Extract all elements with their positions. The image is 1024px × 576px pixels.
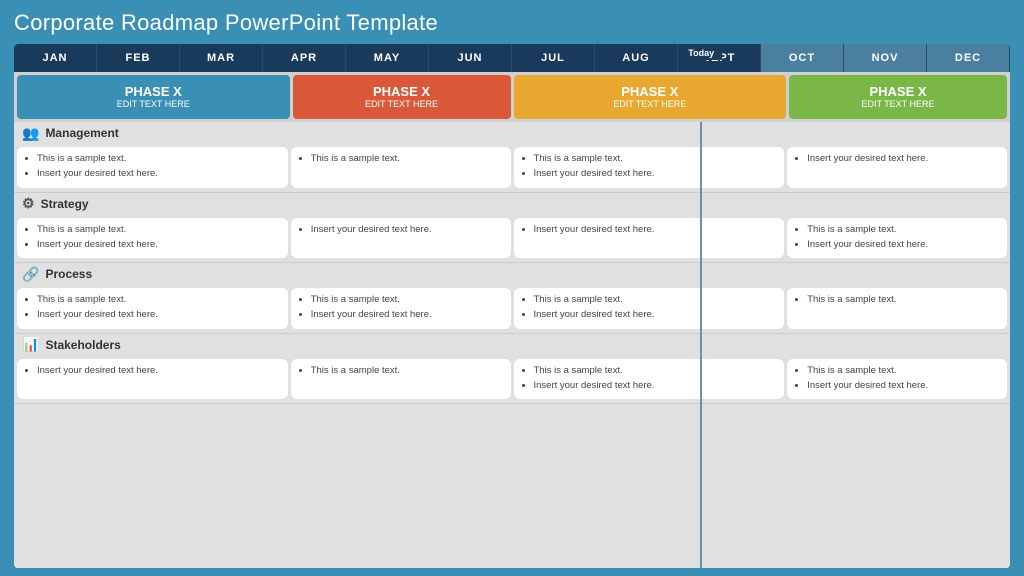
card-3-2: This is a sample text.Insert your desire… bbox=[514, 359, 785, 400]
section-cards-0: This is a sample text.Insert your desire… bbox=[14, 144, 1010, 192]
card-2-0: This is a sample text.Insert your desire… bbox=[17, 288, 288, 329]
section-row-0: 👥ManagementThis is a sample text.Insert … bbox=[14, 122, 1010, 193]
card-3-3: This is a sample text.Insert your desire… bbox=[787, 359, 1007, 400]
page-title: Corporate Roadmap PowerPoint Template bbox=[14, 10, 1010, 36]
section-title-0: Management bbox=[45, 126, 118, 140]
card-item: Insert your desired text here. bbox=[807, 379, 999, 393]
today-flag: Today bbox=[680, 46, 722, 60]
month-cell-may: MAY bbox=[346, 44, 429, 72]
phase-title-4: PHASE X bbox=[869, 84, 926, 100]
section-icon-0: 👥 bbox=[22, 125, 39, 142]
card-item: This is a sample text. bbox=[37, 223, 280, 237]
phase-title-1: PHASE X bbox=[125, 84, 182, 100]
card-item: This is a sample text. bbox=[534, 293, 777, 307]
month-cell-oct: OCT bbox=[761, 44, 844, 72]
month-cell-mar: MAR bbox=[180, 44, 263, 72]
month-cell-jul: JUL bbox=[512, 44, 595, 72]
month-header: JANFEBMARAPRMAYJUNJULAUGSEPTOCTNOVDEC bbox=[14, 44, 1010, 72]
section-row-1: ⚙StrategyThis is a sample text.Insert yo… bbox=[14, 193, 1010, 264]
card-2-1: This is a sample text.Insert your desire… bbox=[291, 288, 511, 329]
card-3-0: Insert your desired text here. bbox=[17, 359, 288, 400]
section-cards-3: Insert your desired text here.This is a … bbox=[14, 356, 1010, 404]
card-2-3: This is a sample text. bbox=[787, 288, 1007, 329]
today-line bbox=[700, 122, 702, 568]
card-2-2: This is a sample text.Insert your desire… bbox=[514, 288, 785, 329]
section-icon-1: ⚙ bbox=[22, 195, 35, 212]
section-cards-2: This is a sample text.Insert your desire… bbox=[14, 285, 1010, 333]
phase-sub-3: Edit text here bbox=[613, 99, 686, 110]
card-item: This is a sample text. bbox=[37, 293, 280, 307]
month-cell-aug: AUG bbox=[595, 44, 678, 72]
section-icon-3: 📊 bbox=[22, 336, 39, 353]
card-item: This is a sample text. bbox=[311, 152, 503, 166]
card-item: This is a sample text. bbox=[311, 364, 503, 378]
card-item: Insert your desired text here. bbox=[807, 238, 999, 252]
phase-block-4: PHASE XEdit text here bbox=[789, 75, 1007, 119]
app: Corporate Roadmap PowerPoint Template JA… bbox=[0, 0, 1024, 576]
main-content: JANFEBMARAPRMAYJUNJULAUGSEPTOCTNOVDEC PH… bbox=[14, 44, 1010, 568]
card-1-2: Insert your desired text here. bbox=[514, 218, 785, 259]
card-0-1: This is a sample text. bbox=[291, 147, 511, 188]
month-cell-jan: JAN bbox=[14, 44, 97, 72]
card-item: This is a sample text. bbox=[534, 364, 777, 378]
card-1-0: This is a sample text.Insert your desire… bbox=[17, 218, 288, 259]
card-item: Insert your desired text here. bbox=[311, 308, 503, 322]
section-title-3: Stakeholders bbox=[45, 338, 120, 352]
card-item: Insert your desired text here. bbox=[807, 152, 999, 166]
phase-block-1: PHASE XEdit text here bbox=[17, 75, 290, 119]
card-item: Insert your desired text here. bbox=[37, 238, 280, 252]
month-cell-feb: FEB bbox=[97, 44, 180, 72]
section-icon-2: 🔗 bbox=[22, 266, 39, 283]
card-1-1: Insert your desired text here. bbox=[291, 218, 511, 259]
phase-sub-4: Edit text here bbox=[861, 99, 934, 110]
section-title-1: Strategy bbox=[41, 197, 89, 211]
content-area: 👥ManagementThis is a sample text.Insert … bbox=[14, 122, 1010, 568]
section-header-2: 🔗 Process bbox=[14, 263, 1010, 285]
section-header-0: 👥 Management bbox=[14, 122, 1010, 144]
phase-sub-1: Edit text here bbox=[117, 99, 190, 110]
section-cards-1: This is a sample text.Insert your desire… bbox=[14, 215, 1010, 263]
section-row-2: 🔗ProcessThis is a sample text.Insert you… bbox=[14, 263, 1010, 334]
card-item: This is a sample text. bbox=[807, 293, 999, 307]
card-item: Insert your desired text here. bbox=[534, 223, 777, 237]
card-0-2: This is a sample text.Insert your desire… bbox=[514, 147, 785, 188]
month-cell-jun: JUN bbox=[429, 44, 512, 72]
card-item: Insert your desired text here. bbox=[534, 379, 777, 393]
card-item: Insert your desired text here. bbox=[311, 223, 503, 237]
card-item: This is a sample text. bbox=[807, 223, 999, 237]
phase-block-2: PHASE XEdit text here bbox=[293, 75, 511, 119]
card-3-1: This is a sample text. bbox=[291, 359, 511, 400]
card-item: This is a sample text. bbox=[37, 152, 280, 166]
section-title-2: Process bbox=[45, 267, 92, 281]
month-cell-nov: NOV bbox=[844, 44, 927, 72]
section-row-3: 📊 Stakeholders Insert your desired text he… bbox=[14, 334, 1010, 405]
section-header-3: 📊 Stakeholders bbox=[14, 334, 1010, 356]
month-cell-apr: APR bbox=[263, 44, 346, 72]
section-header-1: ⚙ Strategy bbox=[14, 193, 1010, 215]
phase-block-3: PHASE XEdit text here bbox=[514, 75, 787, 119]
phase-title-2: PHASE X bbox=[373, 84, 430, 100]
card-item: Insert your desired text here. bbox=[534, 167, 777, 181]
card-item: This is a sample text. bbox=[534, 152, 777, 166]
phase-title-3: PHASE X bbox=[621, 84, 678, 100]
card-item: Insert your desired text here. bbox=[37, 308, 280, 322]
card-item: Insert your desired text here. bbox=[37, 364, 280, 378]
month-cell-dec: DEC bbox=[927, 44, 1010, 72]
card-item: Insert your desired text here. bbox=[534, 308, 777, 322]
card-item: This is a sample text. bbox=[311, 293, 503, 307]
card-0-3: Insert your desired text here. bbox=[787, 147, 1007, 188]
card-item: This is a sample text. bbox=[807, 364, 999, 378]
phase-row: PHASE XEdit text herePHASE XEdit text he… bbox=[14, 72, 1010, 122]
card-1-3: This is a sample text.Insert your desire… bbox=[787, 218, 1007, 259]
card-item: Insert your desired text here. bbox=[37, 167, 280, 181]
phase-sub-2: Edit text here bbox=[365, 99, 438, 110]
card-0-0: This is a sample text.Insert your desire… bbox=[17, 147, 288, 188]
